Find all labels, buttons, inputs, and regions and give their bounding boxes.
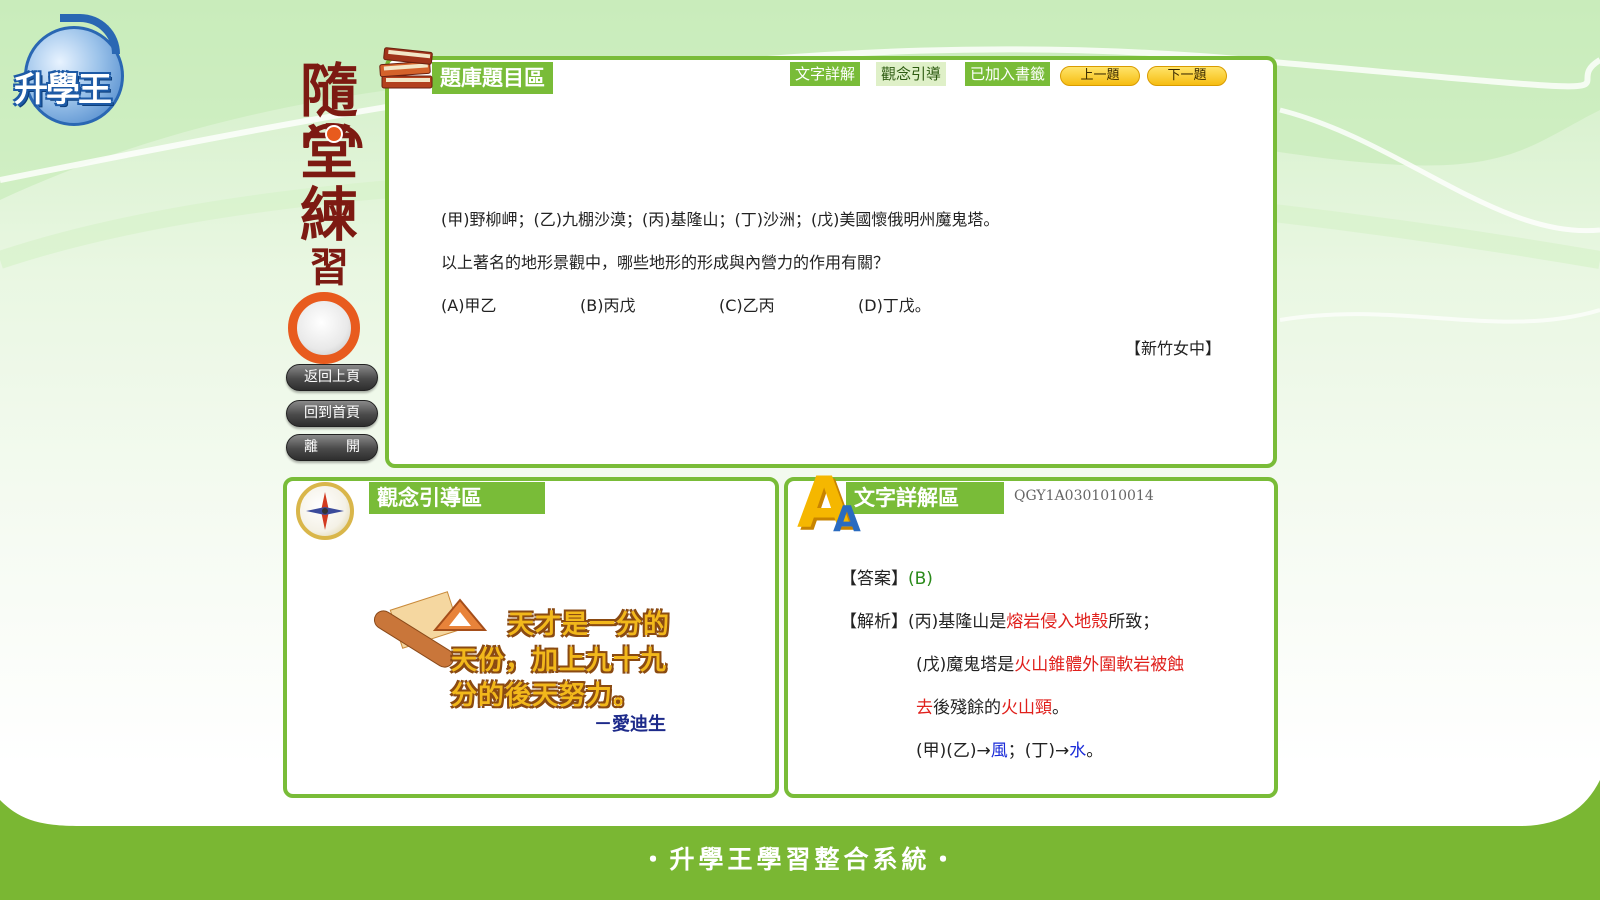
highlight-text: 火山頸 [1001, 698, 1052, 718]
answer-value: (B) [908, 569, 933, 589]
back-button[interactable]: 返回上頁 [286, 364, 378, 391]
question-id: QGY1A0301010014 [1014, 488, 1154, 504]
concept-panel-title: 觀念引導區 [369, 482, 545, 514]
next-question-button[interactable]: 下一題 [1147, 66, 1227, 86]
vertical-title: 隨 堂 練 習 [284, 60, 374, 364]
option-a: (A)甲乙 [441, 296, 497, 315]
highlight-text: 風 [990, 741, 1008, 761]
question-line-2: 以上著名的地形景觀中，哪些地形的形成與內營力的作用有關？ [441, 253, 890, 272]
question-panel: 題庫題目區 文字詳解 觀念引導 已加入書籤 上一題 下一題 (甲)野柳岬；(乙)… [385, 56, 1277, 468]
prev-question-button[interactable]: 上一題 [1060, 66, 1140, 86]
footer-curve [0, 780, 1600, 830]
analysis-text: ；(丁)→ [1007, 741, 1070, 761]
highlight-text: 水 [1069, 741, 1087, 761]
compass-needle-icon [306, 492, 344, 530]
compass-icon [296, 482, 354, 540]
answer-label: 【答案】 [840, 569, 908, 589]
analysis-line-2: (戊)魔鬼塔是火山錐體外圍軟岩被蝕 [916, 650, 1184, 675]
tab-bookmark[interactable]: 已加入書籤 [965, 62, 1051, 86]
home-button[interactable]: 回到首頁 [286, 400, 378, 427]
title-char: 習 [309, 244, 349, 291]
footer-text: ・升學王學習整合系統・ [640, 845, 960, 874]
ring-icon [288, 292, 360, 364]
option-b: (B)丙戊 [580, 296, 636, 315]
analysis-text: 後殘餘的 [933, 698, 1001, 718]
letter-a-small-icon: A [833, 499, 861, 540]
analysis-text: (甲)(乙)→ [916, 741, 991, 761]
analysis-text: 。 [1052, 698, 1069, 718]
arrow-icon [60, 14, 120, 54]
answer-line: 【答案】(B) [840, 564, 933, 589]
quote-line-2: 天份，加上九十九 [451, 646, 668, 676]
explanation-panel-title: 文字詳解區 [846, 482, 1004, 514]
analysis-text: 。 [1086, 741, 1104, 761]
highlight-text: 熔岩侵入地殼 [1006, 612, 1109, 632]
highlight-text: 火山錐體外圍軟岩被蝕 [1014, 655, 1185, 675]
title-char: 練 [299, 181, 358, 249]
analysis-text: (戊)魔鬼塔是 [916, 655, 1015, 675]
tab-concept[interactable]: 觀念引導 [876, 62, 947, 86]
analysis-label: 【解析】 [840, 612, 908, 632]
app-logo: 升學王 [12, 14, 137, 129]
analysis-text: (丙)基隆山是 [908, 612, 1007, 632]
quote-line-1: 天才是一分的 [508, 610, 671, 640]
highlight-text: 去 [916, 698, 933, 718]
question-source: 【新竹女中】 [1124, 339, 1221, 358]
analysis-line-4: (甲)(乙)→風；(丁)→水。 [916, 736, 1103, 761]
option-c: (C)乙丙 [719, 296, 775, 315]
logo-text: 升學王 [14, 70, 112, 110]
exit-button[interactable]: 離 開 [286, 434, 378, 461]
analysis-line-3: 去後殘餘的火山頸。 [916, 693, 1069, 718]
quote-line-3: 分的後天努力。 [451, 681, 641, 711]
question-panel-title: 題庫題目區 [432, 62, 553, 94]
tab-detail[interactable]: 文字詳解 [790, 62, 861, 86]
headset-icon [303, 123, 363, 149]
books-icon [379, 47, 433, 89]
quote-author: －愛迪生 [594, 714, 666, 735]
analysis-text: 所致； [1108, 612, 1160, 632]
question-line-1: (甲)野柳岬；(乙)九棚沙漠；(丙)基隆山；(丁)沙洲；(戊)美國懷俄明州魔鬼塔… [441, 210, 1000, 229]
analysis-line-1: 【解析】(丙)基隆山是熔岩侵入地殼所致； [840, 607, 1159, 632]
option-d: (D)丁戊。 [858, 296, 931, 315]
